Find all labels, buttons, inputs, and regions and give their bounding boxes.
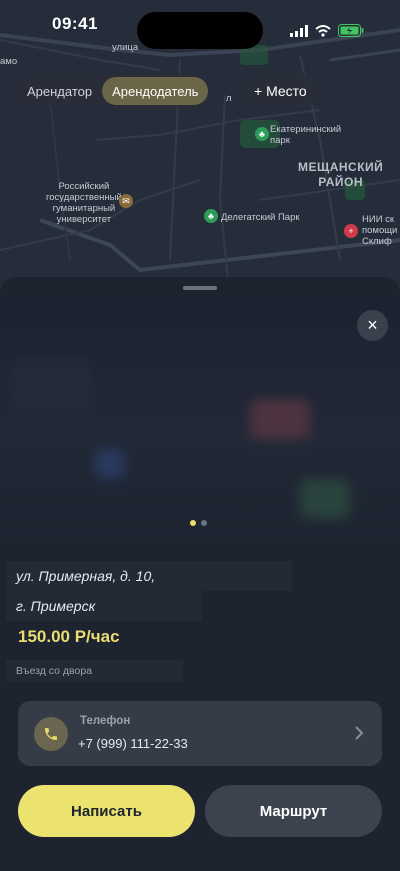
phone-label: Телефон bbox=[80, 715, 131, 727]
close-button[interactable]: × bbox=[357, 310, 388, 341]
address-line-2: г. Примерск bbox=[6, 591, 202, 621]
place-details-sheet: × ул. Примерная, д. 10, г. Примерск 150.… bbox=[0, 277, 400, 871]
segment-tenant[interactable]: Арендатор bbox=[17, 77, 102, 105]
route-button[interactable]: Маршрут bbox=[205, 785, 382, 837]
status-icons bbox=[290, 24, 364, 37]
map-label-university: Российский государственный гуманитарный … bbox=[46, 181, 122, 225]
access-note: Въезд со двора bbox=[6, 660, 183, 682]
chevron-right-icon bbox=[355, 726, 364, 740]
signal-icon bbox=[290, 24, 308, 37]
map-edge-label: амо bbox=[0, 56, 18, 67]
wifi-icon bbox=[315, 24, 331, 37]
write-button[interactable]: Написать bbox=[18, 785, 195, 837]
carousel-dot bbox=[201, 520, 207, 526]
add-place-button[interactable]: + Место bbox=[242, 74, 319, 108]
photo-blur bbox=[95, 449, 125, 479]
dynamic-island bbox=[137, 12, 263, 49]
carousel-indicator bbox=[190, 520, 207, 526]
status-time: 09:41 bbox=[52, 14, 98, 33]
university-pin-icon[interactable]: ✉ bbox=[119, 194, 133, 208]
photo-blur bbox=[300, 479, 350, 519]
close-icon: × bbox=[367, 315, 378, 335]
carousel-dot-active bbox=[190, 520, 196, 526]
photo-blur bbox=[250, 399, 310, 439]
map-partial-label: л bbox=[226, 93, 232, 104]
phone-icon bbox=[34, 717, 68, 751]
photo-blur bbox=[10, 359, 90, 409]
phone-contact-row[interactable]: Телефон +7 (999) 111-22-33 bbox=[18, 701, 382, 766]
battery-icon bbox=[338, 24, 364, 37]
park-pin-icon[interactable]: ♣ bbox=[204, 209, 218, 223]
map-label-hospital: НИИ ск помощи Склиф bbox=[362, 214, 398, 247]
map-label-park2: Делегатский Парк bbox=[221, 212, 300, 223]
map-label-district: МЕЩАНСКИЙ РАЙОН bbox=[298, 160, 384, 189]
phone-number: +7 (999) 111-22-33 bbox=[78, 736, 188, 751]
segment-landlord[interactable]: Арендодатель bbox=[102, 77, 209, 105]
map-label-park1: Екатерининский парк bbox=[270, 124, 342, 146]
status-bar: 09:41 bbox=[0, 0, 400, 49]
price-label: 150.00 Р/час bbox=[18, 627, 120, 646]
sheet-grabber[interactable] bbox=[183, 286, 217, 290]
photo-carousel[interactable] bbox=[0, 299, 400, 547]
address-line-1: ул. Примерная, д. 10, bbox=[6, 561, 292, 591]
role-switcher: Арендатор Арендодатель bbox=[13, 74, 213, 108]
park-pin-icon[interactable]: ♣ bbox=[255, 127, 269, 141]
hospital-pin-icon[interactable]: + bbox=[344, 224, 358, 238]
